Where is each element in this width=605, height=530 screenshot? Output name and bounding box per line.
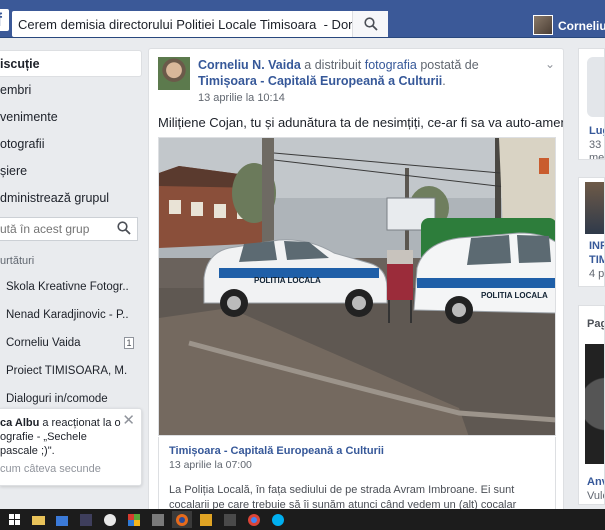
right-card-3: Pag Anv Vulc [578,305,605,505]
notification-text: a reacționat la o [39,417,121,429]
app-icon[interactable] [196,511,216,528]
right-card-1[interactable]: Lug 33 c mer [578,48,605,160]
right-card-image [587,57,604,117]
facebook-logo-icon[interactable]: f [0,9,9,31]
photo-link[interactable]: fotografia [365,58,417,72]
right-card-title[interactable]: Lug [589,125,604,137]
shortcut-label: Dialoguri in/comode [6,393,108,405]
post-action-text: a distribuit [300,58,365,72]
post-timestamp[interactable]: 13 aprilie la 10:14 [198,92,285,104]
app-icon[interactable] [220,511,240,528]
post-text: Milițiene Cojan, tu și adunătura ta de n… [158,115,564,130]
top-bar: f Corneliu [0,0,605,38]
app-icon[interactable] [148,511,168,528]
right-card-image[interactable] [585,344,604,464]
page-link[interactable]: Timișoara - Capitală Europeană a Culturi… [198,74,442,88]
search-box [12,11,388,37]
notification-popup[interactable]: ca Albu a reacționat la o ografie - „Sec… [0,408,142,486]
shortcut-label: Corneliu Vaida [6,337,81,349]
start-icon[interactable] [4,511,24,528]
sidebar-item-files[interactable]: șiere [0,158,142,185]
right-card-image [585,182,604,234]
search-icon [363,17,378,31]
post-action-text: postată de [416,58,479,72]
app-icon[interactable] [100,511,120,528]
shortcut-label: Škola Kreativne Fotogr... [6,281,128,293]
right-section-title: Pag [587,318,604,330]
notification-line: pascale ;)". [0,445,55,457]
right-card-text: 4 p [589,268,605,280]
app-icon[interactable] [124,511,144,528]
search-icon[interactable] [117,221,131,235]
app-icon[interactable] [76,511,96,528]
post-card: Corneliu N. Vaida a distribuit fotografi… [148,48,564,518]
notification-time: cum câteva secunde [0,463,101,475]
car-text: POLITIA LOCALA [481,291,548,300]
shortcut-item[interactable]: Nenad Karadjinovic - P... [0,301,142,329]
car-text: POLITIA LOCALA [254,276,321,285]
right-card-2[interactable]: INF TIM 4 p [578,177,605,287]
right-card-title[interactable]: Anv [587,476,604,488]
author-avatar[interactable] [158,57,190,90]
user-avatar[interactable] [533,15,553,35]
shortcut-count-badge: 1 [124,337,134,349]
shortcut-item[interactable]: Proiect TIMISOARA, M... [0,357,142,385]
shared-page-link[interactable]: Timișoara - Capitală Europeană a Culturi… [169,445,545,457]
shared-post-preview[interactable]: Timișoara - Capitală Europeană a Culturi… [158,437,556,517]
author-link[interactable]: Corneliu N. Vaida [198,58,301,72]
user-name-link[interactable]: Corneliu [558,19,605,33]
right-card-title[interactable]: TIM [589,254,604,266]
post-header: Corneliu N. Vaida a distribuit fotografi… [198,57,538,89]
notification-line: ografie - „Sechele [0,431,87,443]
post-header-dot: . [442,74,446,88]
chevron-down-icon[interactable]: ⌄ [545,57,555,71]
shortcuts-heading: urtături [0,255,35,267]
search-input[interactable] [12,11,352,37]
skype-icon[interactable] [268,511,288,528]
shortcut-item[interactable]: Škola Kreativne Fotogr... [0,273,142,301]
notification-actor[interactable]: ca Albu [0,417,39,429]
sidebar-item-members[interactable]: embri [0,77,142,104]
shortcut-item[interactable]: Corneliu Vaida 1 [0,329,142,357]
right-card-title[interactable]: INF [589,240,604,252]
group-search-box [0,217,138,241]
store-icon[interactable] [52,511,72,528]
police-cars-photo: POLITIA LOCALA POLITIA LOCALA [159,138,555,435]
shared-date[interactable]: 13 aprilie la 07:00 [169,459,545,471]
chrome-icon[interactable] [244,511,264,528]
group-search-input[interactable] [0,218,110,240]
right-card-text: mer [589,152,605,160]
post-photo[interactable]: POLITIA LOCALA POLITIA LOCALA [158,137,556,436]
firefox-icon[interactable] [172,511,192,528]
sidebar-item-photos[interactable]: otografii [0,131,142,158]
shortcut-label: Proiect TIMISOARA, M... [6,365,128,377]
close-icon[interactable]: ✕ [122,413,135,428]
windows-taskbar [0,509,605,530]
sidebar-item-events[interactable]: venimente [0,104,142,131]
right-card-text: 33 c [589,139,604,151]
sidebar-item-discussion[interactable]: iscuție [0,50,142,77]
sidebar-item-manage-group[interactable]: dministrează grupul [0,185,142,212]
shortcut-label: Nenad Karadjinovic - P... [6,309,128,321]
search-button[interactable] [352,11,388,37]
explorer-icon[interactable] [28,511,48,528]
group-sidebar: iscuție embri venimente otografii șiere … [0,50,142,413]
right-card-text: Vulc [587,490,604,502]
